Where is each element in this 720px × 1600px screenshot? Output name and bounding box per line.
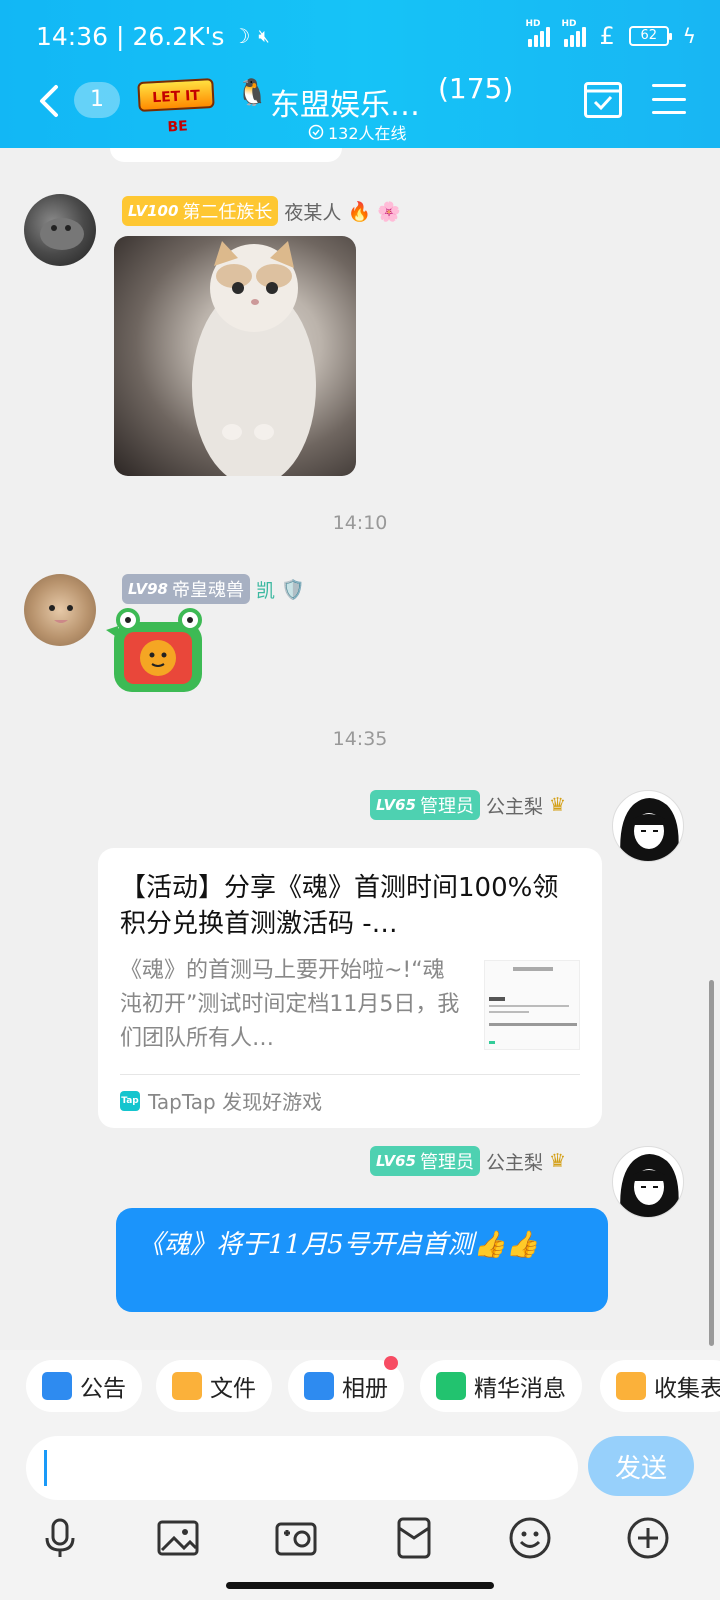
moon-icon: ☽ (232, 24, 251, 48)
signal-icon: HD (526, 19, 550, 47)
taptap-icon: Tap (120, 1090, 140, 1111)
forms-chip[interactable]: 收集表 (600, 1360, 720, 1412)
level-title-badge: LV65 管理员 (370, 790, 480, 820)
toolbar (0, 1514, 720, 1570)
level-title-badge: LV100 第二任族长 (122, 196, 279, 226)
microphone-icon[interactable] (36, 1514, 84, 1562)
unread-count-badge[interactable]: 1 (74, 82, 120, 118)
shield-icon: 🛡️ (281, 578, 305, 601)
card-thumbnail (484, 960, 580, 1050)
group-logo[interactable]: LET IT BE (137, 78, 215, 135)
sender-info: LV100 第二任族长 夜某人 🔥 🌸 (122, 196, 401, 226)
network-speed: 26.2K's (132, 21, 225, 51)
nav-bar: 1 LET IT BE 🐧 东盟娱乐… (175) 132人在线 (0, 70, 720, 143)
level-title-badge: LV65 管理员 (370, 1146, 480, 1176)
back-arrow-icon[interactable] (36, 84, 64, 118)
sender-name[interactable]: 凯 (256, 576, 275, 603)
sender-name[interactable]: 公主梨 (486, 1148, 543, 1175)
announcement-chip[interactable]: 公告 (26, 1360, 142, 1412)
cat-image-message[interactable] (114, 236, 356, 476)
album-chip[interactable]: 相册 (288, 1356, 404, 1412)
timestamp: 14:10 (332, 512, 388, 534)
calendar-check-icon[interactable] (584, 82, 622, 118)
charging-icon: ϟ (682, 24, 696, 48)
avatar[interactable] (24, 194, 96, 266)
text-message-bubble[interactable]: 《魂》将于11月5号开启首测👍👍 (116, 1208, 608, 1312)
timestamp: 14:35 (332, 728, 388, 750)
message-input[interactable] (26, 1436, 578, 1500)
red-packet-icon[interactable] (390, 1514, 438, 1562)
group-name[interactable]: 东盟娱乐… (270, 80, 420, 124)
sticker-message[interactable] (106, 608, 206, 694)
chat-messages[interactable]: LV100第二任族长 夜某人 🔥 🌸 14:10 LV98帝皇魂兽 凯 🛡️ (0, 148, 720, 1348)
link-share-card[interactable]: 【活动】分享《魂》首测时间100%领积分兑换首测激活码 -… 《魂》的首测马上要… (98, 848, 602, 1128)
level-title-badge: LV98 帝皇魂兽 (122, 574, 250, 604)
status-time: 14:36 (36, 21, 109, 51)
card-title: 【活动】分享《魂》首测时间100%领积分兑换首测激活码 -… (120, 873, 559, 939)
currency-icon: £ (599, 22, 615, 50)
mute-icon: 🔇︎ (258, 25, 270, 47)
folder-icon (172, 1372, 202, 1400)
input-area: 发送 (0, 1424, 720, 1600)
text-cursor (44, 1450, 47, 1486)
sender-name[interactable]: 公主梨 (486, 792, 543, 819)
clipboard-icon (616, 1372, 646, 1400)
home-indicator[interactable] (226, 1582, 494, 1589)
image-icon[interactable] (154, 1514, 202, 1562)
member-count[interactable]: (175) (438, 72, 513, 105)
sender-info: LV65 管理员 公主梨 ♛ (370, 1146, 566, 1176)
shortcut-bar: 公告 文件 相册 精华消息 收集表 (0, 1350, 720, 1424)
avatar[interactable] (612, 790, 684, 862)
highlights-icon (436, 1372, 466, 1400)
camera-icon[interactable] (272, 1514, 320, 1562)
battery-icon: 62 (628, 26, 672, 46)
card-description: 《魂》的首测马上要开始啦~!“魂沌初开”测试时间定档11月5日，我们团队所有人… (120, 958, 460, 1051)
highlights-chip[interactable]: 精华消息 (420, 1360, 582, 1412)
signal-icon-2: HD (562, 19, 586, 47)
card-divider (120, 1074, 580, 1075)
sender-name[interactable]: 夜某人 (284, 198, 341, 225)
files-chip[interactable]: 文件 (156, 1360, 272, 1412)
plus-icon[interactable] (624, 1514, 672, 1562)
sender-info: LV98 帝皇魂兽 凯 🛡️ (122, 574, 305, 604)
crown-icon: ♛ (549, 1150, 567, 1172)
avatar[interactable] (24, 574, 96, 646)
chat-header: 14:36 | 26.2K's ☽ 🔇︎ HD HD £ 62 ϟ 1 LET … (0, 0, 720, 148)
new-dot-badge (384, 1356, 398, 1370)
sender-info: LV65 管理员 公主梨 ♛ (370, 790, 566, 820)
emoji-icon[interactable] (506, 1514, 554, 1562)
qq-penguin-icon: 🐧 (236, 78, 269, 108)
send-button[interactable]: 发送 (588, 1436, 694, 1496)
card-source: Tap TapTap 发现好游戏 (120, 1090, 323, 1114)
avatar[interactable] (612, 1146, 684, 1218)
scrollbar[interactable] (709, 980, 714, 1346)
online-status: 132人在线 (308, 120, 407, 144)
announcement-icon (42, 1372, 72, 1400)
menu-icon[interactable] (652, 84, 686, 114)
previous-message-bubble[interactable] (110, 148, 342, 162)
fire-icon: 🔥 (347, 200, 372, 223)
flower-icon: 🌸 (377, 200, 401, 223)
album-icon (304, 1372, 334, 1400)
online-icon (308, 124, 324, 140)
status-bar: 14:36 | 26.2K's ☽ 🔇︎ HD HD £ 62 ϟ (36, 19, 696, 51)
crown-icon: ♛ (549, 794, 567, 816)
